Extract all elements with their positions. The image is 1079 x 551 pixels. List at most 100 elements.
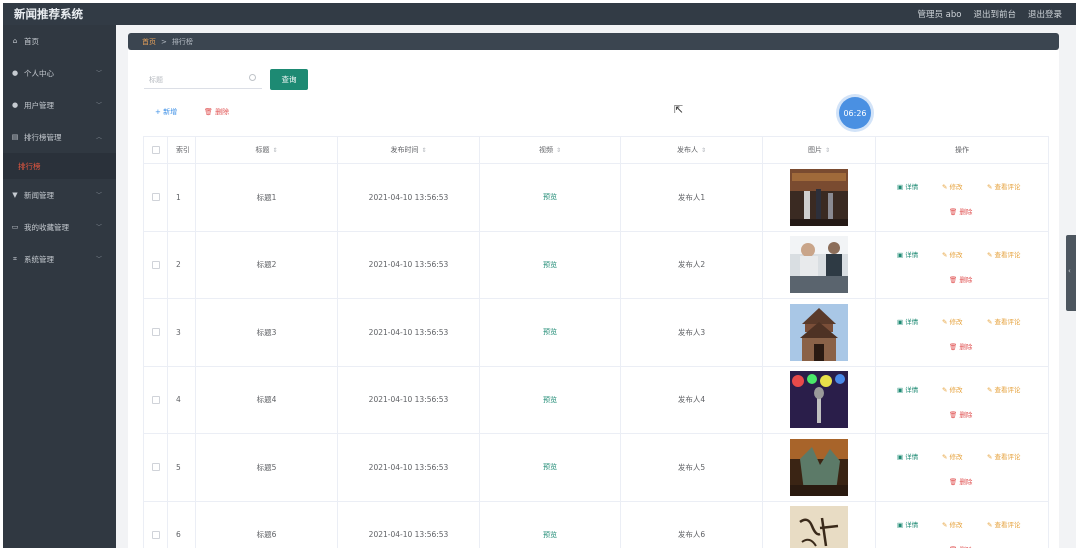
edit-button[interactable]: ✎ 修改 [942, 316, 963, 326]
sidebar-item-ranking[interactable]: ▤ 排行榜管理 ︿ [3, 121, 116, 153]
news-thumbnail[interactable] [790, 236, 848, 294]
row-ops-group: ▣ 详情 ✎ 修改 ✎ 查看评论 🗑 删除 [876, 232, 1048, 299]
header-video[interactable]: 视频 ⇕ [480, 137, 621, 163]
view-comments-button[interactable]: ✎ 查看评论 [987, 316, 1021, 326]
chevron-down-icon: ﹀ [95, 192, 102, 199]
row-image-cell [763, 164, 876, 231]
app-window: 新闻推荐系统 管理员 abo 退出到前台 退出登录 ⌂ 首页 ● 个人中心 ﹀ … [3, 3, 1076, 548]
sidebar-item-system[interactable]: ⌗ 系统管理 ﹀ [3, 243, 116, 275]
sidebar-item-home[interactable]: ⌂ 首页 [3, 25, 116, 57]
row-title: 标题6 [196, 501, 338, 548]
news-thumbnail[interactable] [790, 371, 848, 429]
detail-button[interactable]: ▣ 详情 [897, 451, 918, 461]
delete-button[interactable]: 🗑 删除 [949, 341, 972, 351]
edit-label: 修改 [949, 250, 963, 259]
edit-button[interactable]: ✎ 修改 [942, 519, 963, 529]
header-publisher[interactable]: 发布人 ⇕ [621, 137, 763, 163]
delete-button[interactable]: 🗑 删除 [949, 274, 972, 284]
edit-button[interactable]: ✎ 修改 [942, 384, 963, 394]
video-preview-link[interactable]: 预览 [543, 462, 557, 472]
detail-button[interactable]: ▣ 详情 [897, 316, 918, 326]
row-title: 标题5 [196, 434, 338, 501]
breadcrumb: 首页 > 排行榜 [128, 33, 1059, 50]
row-index: 2 [168, 231, 196, 298]
row-time: 2021-04-10 13:56:53 [338, 366, 480, 433]
app-title: 新闻推荐系统 [14, 7, 83, 21]
news-thumbnail[interactable] [790, 168, 848, 226]
news-thumbnail[interactable] [790, 303, 848, 361]
view-comments-button[interactable]: ✎ 查看评论 [987, 384, 1021, 394]
detail-button[interactable]: ▣ 详情 [897, 384, 918, 394]
edit-button[interactable]: ✎ 修改 [942, 249, 963, 259]
detail-button[interactable]: ▣ 详情 [897, 181, 918, 191]
logout-link[interactable]: 退出登录 [1028, 8, 1062, 20]
edit-button[interactable]: ✎ 修改 [942, 181, 963, 191]
row-checkbox[interactable] [151, 193, 160, 202]
header-time[interactable]: 发布时间 ⇕ [338, 137, 480, 163]
sidebar-item-personal[interactable]: ● 个人中心 ﹀ [3, 57, 116, 89]
table-row: 3 标题3 2021-04-10 13:56:53 预览 发布人3 ▣ 详情 ✎… [143, 299, 1049, 367]
row-checkbox[interactable] [151, 463, 160, 472]
view-comments-button[interactable]: ✎ 查看评论 [987, 519, 1021, 529]
row-select-cell [144, 299, 168, 366]
edit-label: 修改 [949, 385, 963, 394]
edit-label: 修改 [949, 183, 963, 191]
view-comments-button[interactable]: ✎ 查看评论 [987, 451, 1021, 461]
video-preview-link[interactable]: 预览 [543, 260, 557, 270]
row-image-cell [763, 501, 876, 548]
edit-label: 修改 [949, 318, 963, 326]
news-thumbnail[interactable] [790, 438, 848, 496]
sort-icon: ⇕ [272, 146, 278, 154]
edit-button[interactable]: ✎ 修改 [942, 451, 963, 461]
row-checkbox[interactable] [151, 328, 160, 337]
view-comments-label: 查看评论 [994, 385, 1021, 394]
video-preview-link[interactable]: 预览 [543, 530, 557, 540]
search-input[interactable]: 标题 [144, 69, 262, 89]
select-all-checkbox[interactable] [151, 146, 160, 154]
row-publisher: 发布人5 [621, 434, 763, 501]
view-comments-button[interactable]: ✎ 查看评论 [987, 181, 1021, 191]
timer-badge[interactable]: 06:26 [839, 97, 871, 129]
row-ops: ▣ 详情 ✎ 修改 ✎ 查看评论 🗑 删除 [876, 434, 1048, 501]
sidebar-item-collections[interactable]: ▭ 我的收藏管理 ﹀ [3, 211, 116, 243]
delete-label: 删除 [959, 208, 973, 216]
to-frontend-link[interactable]: 退出到前台 [973, 8, 1016, 20]
batch-delete-button[interactable]: 🗑 删除 [204, 107, 229, 117]
row-ops: ▣ 详情 ✎ 修改 ✎ 查看评论 🗑 删除 [876, 299, 1048, 366]
news-thumbnail[interactable] [790, 506, 848, 548]
row-checkbox[interactable] [151, 260, 160, 269]
row-ops-group: ▣ 详情 ✎ 修改 ✎ 查看评论 🗑 删除 [876, 164, 1048, 231]
delete-button[interactable]: 🗑 删除 [949, 476, 972, 486]
sidebar-subitem-ranking[interactable]: 排行榜 [3, 153, 116, 179]
add-button[interactable]: + 新增 [155, 107, 177, 117]
header-title[interactable]: 标题 ⇕ [196, 137, 338, 163]
delete-button[interactable]: 🗑 删除 [949, 206, 972, 216]
row-title: 标题3 [196, 299, 338, 366]
row-checkbox[interactable] [151, 395, 160, 404]
video-preview-link[interactable]: 预览 [543, 192, 557, 202]
detail-label: 详情 [905, 453, 919, 461]
sidebar-item-news[interactable]: ▼ 新闻管理 ﹀ [3, 179, 116, 211]
header-actions: 管理员 abo 退出到前台 退出登录 [917, 8, 1062, 20]
edit-label: 修改 [949, 453, 963, 461]
query-button[interactable]: 查询 [270, 69, 308, 90]
detail-button[interactable]: ▣ 详情 [897, 249, 918, 259]
sidebar-item-users[interactable]: ● 用户管理 ﹀ [3, 89, 116, 121]
header-image[interactable]: 图片 ⇕ [763, 137, 876, 163]
row-checkbox[interactable] [151, 530, 160, 539]
row-ops-group: ▣ 详情 ✎ 修改 ✎ 查看评论 🗑 删除 [876, 434, 1048, 501]
row-publisher: 发布人2 [621, 231, 763, 298]
video-preview-link[interactable]: 预览 [543, 395, 557, 405]
settings-icon: ⌗ [13, 254, 17, 263]
delete-button[interactable]: 🗑 删除 [949, 409, 972, 419]
detail-button[interactable]: ▣ 详情 [897, 519, 918, 529]
row-image-cell [763, 299, 876, 366]
side-drawer-handle[interactable]: ‹ [1066, 235, 1076, 311]
video-preview-link[interactable]: 预览 [543, 327, 557, 337]
delete-label: 删除 [959, 410, 973, 419]
delete-button[interactable]: 🗑 删除 [949, 544, 972, 549]
view-comments-button[interactable]: ✎ 查看评论 [987, 249, 1021, 259]
breadcrumb-home[interactable]: 首页 [142, 37, 156, 47]
trash-icon: 🗑 [204, 108, 213, 116]
row-ops: ▣ 详情 ✎ 修改 ✎ 查看评论 🗑 删除 [876, 232, 1048, 299]
